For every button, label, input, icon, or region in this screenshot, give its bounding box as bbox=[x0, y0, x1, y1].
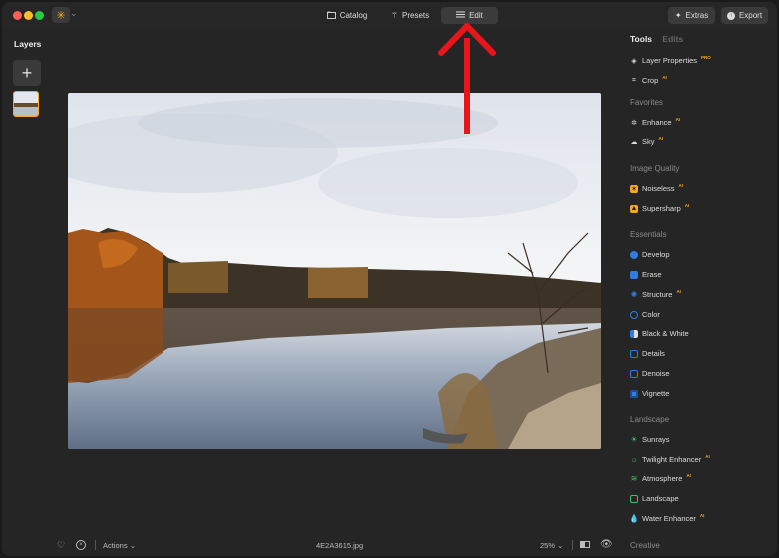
zoom-selector[interactable]: 25% ⌄ bbox=[540, 541, 563, 550]
plus-icon: + bbox=[21, 62, 33, 83]
chevron-down-icon[interactable]: ⌄ bbox=[70, 8, 78, 19]
export-button[interactable]: ↑ Export bbox=[721, 7, 768, 24]
tab-catalog[interactable]: Catalog bbox=[317, 7, 377, 24]
tool-black-white[interactable]: Black & White bbox=[630, 329, 689, 338]
sparkle-icon: ✦ bbox=[674, 11, 682, 20]
tool-water-enhancer[interactable]: 💧 Water Enhancer AI bbox=[629, 513, 704, 523]
wand-icon: ⚚ bbox=[390, 11, 399, 20]
tool-denoise[interactable]: Denoise bbox=[630, 369, 670, 378]
section-essentials: Essentials bbox=[630, 230, 667, 239]
bottom-bar: ♡ × Actions ⌄ 4E2A3615.jpg 25% ⌄ 👁 bbox=[2, 534, 777, 556]
minimize-window-button[interactable] bbox=[24, 11, 33, 20]
tool-erase[interactable]: Erase bbox=[630, 270, 662, 279]
tool-develop[interactable]: Develop bbox=[630, 250, 670, 259]
cloud-icon: ☁ bbox=[630, 138, 638, 146]
tab-edit[interactable]: Edit bbox=[441, 7, 498, 24]
tab-tools[interactable]: Tools bbox=[630, 34, 652, 44]
sliders-icon bbox=[456, 11, 466, 20]
denoise-icon bbox=[630, 369, 638, 378]
extras-label: Extras bbox=[685, 11, 709, 20]
divider bbox=[95, 540, 96, 550]
compare-icon[interactable] bbox=[580, 541, 590, 548]
export-icon: ↑ bbox=[726, 11, 735, 20]
zoom-window-button[interactable] bbox=[35, 11, 44, 20]
tool-enhance[interactable]: ✲ Enhance AI bbox=[630, 117, 680, 127]
layers-title: Layers bbox=[14, 39, 42, 49]
noiseless-icon: ✶ bbox=[630, 184, 638, 193]
export-label: Export bbox=[738, 11, 763, 20]
extras-button[interactable]: ✦ Extras bbox=[668, 7, 715, 24]
tool-landscape[interactable]: Landscape bbox=[630, 494, 679, 503]
tool-color[interactable]: Color bbox=[630, 310, 660, 319]
tab-edits[interactable]: Edits bbox=[662, 34, 683, 44]
tab-presets[interactable]: ⚚ Presets bbox=[381, 7, 439, 24]
folder-icon bbox=[326, 11, 336, 21]
chevron-down-icon: ⌄ bbox=[557, 541, 564, 550]
close-window-button[interactable] bbox=[13, 11, 22, 20]
divider bbox=[572, 540, 573, 550]
water-drop-icon: 💧 bbox=[629, 514, 639, 523]
layer-thumbnail[interactable] bbox=[13, 91, 39, 117]
tool-twilight-enhancer[interactable]: ☼ Twilight Enhancer AI bbox=[630, 454, 709, 464]
atmosphere-icon: ≋ bbox=[630, 474, 638, 483]
develop-icon bbox=[630, 250, 638, 259]
tools-panel: Tools Edits ◈ Layer Properties PRO ⌗ Cro… bbox=[629, 34, 770, 550]
tool-sunrays[interactable]: ☀ Sunrays bbox=[630, 435, 669, 444]
tool-structure[interactable]: ✺ Structure AI bbox=[630, 289, 681, 299]
title-bar: ✳ ⌄ Catalog ⚚ Presets Edit ✦ Extras ↑ Ex… bbox=[2, 2, 777, 28]
crop-icon: ⌗ bbox=[632, 76, 636, 84]
actions-menu[interactable]: Actions ⌄ bbox=[103, 541, 136, 550]
landscape-icon bbox=[630, 494, 638, 503]
details-icon bbox=[630, 349, 638, 358]
twilight-icon: ☼ bbox=[630, 455, 638, 464]
tab-catalog-label: Catalog bbox=[339, 11, 368, 20]
tab-presets-label: Presets bbox=[402, 11, 430, 20]
photo-canvas[interactable] bbox=[68, 93, 601, 449]
panel-tabs: Tools Edits bbox=[630, 34, 770, 50]
section-favorites: Favorites bbox=[630, 98, 663, 107]
app-window: ✳ ⌄ Catalog ⚚ Presets Edit ✦ Extras ↑ Ex… bbox=[2, 2, 777, 556]
supersharp-icon: ▲ bbox=[630, 204, 638, 213]
chevron-down-icon: ⌄ bbox=[129, 541, 136, 550]
lake-photo bbox=[68, 93, 601, 449]
app-logo-icon[interactable]: ✳ bbox=[52, 7, 70, 23]
tool-atmosphere[interactable]: ≋ Atmosphere AI bbox=[630, 473, 691, 483]
tool-sky[interactable]: ☁ Sky AI bbox=[630, 136, 664, 146]
eye-icon[interactable]: 👁 bbox=[600, 539, 613, 550]
tool-crop[interactable]: ⌗ Crop AI bbox=[630, 75, 667, 85]
sparkle-burst-icon: ✲ bbox=[631, 119, 637, 127]
vignette-icon bbox=[630, 389, 638, 398]
black-white-icon bbox=[630, 329, 638, 338]
sun-icon: ☀ bbox=[630, 435, 638, 444]
section-image-quality: Image Quality bbox=[630, 164, 680, 173]
layers-stack-icon: ◈ bbox=[631, 57, 637, 65]
structure-icon: ✺ bbox=[630, 290, 638, 299]
add-layer-button[interactable]: + bbox=[13, 60, 41, 86]
section-landscape: Landscape bbox=[630, 415, 670, 424]
heart-icon[interactable]: ♡ bbox=[57, 540, 65, 551]
tab-edit-label: Edit bbox=[469, 11, 483, 20]
filename-label: 4E2A3615.jpg bbox=[316, 541, 364, 550]
eraser-icon bbox=[630, 270, 638, 279]
tool-details[interactable]: Details bbox=[630, 349, 665, 358]
tool-vignette[interactable]: Vignette bbox=[630, 389, 669, 398]
reject-icon[interactable]: × bbox=[76, 540, 86, 550]
tool-supersharp[interactable]: ▲ Supersharp AI bbox=[630, 203, 689, 213]
tool-noiseless[interactable]: ✶ Noiseless AI bbox=[630, 183, 683, 193]
tool-layer-properties[interactable]: ◈ Layer Properties PRO bbox=[630, 55, 711, 65]
color-wheel-icon bbox=[630, 310, 638, 319]
